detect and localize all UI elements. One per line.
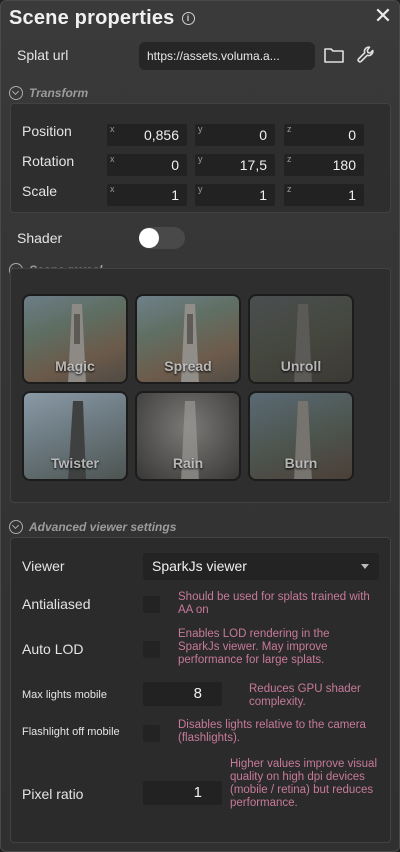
chevron-down-icon[interactable]: [9, 86, 23, 100]
chevron-down-icon[interactable]: [9, 520, 23, 534]
reveal-label: Unroll: [280, 358, 322, 374]
toggle-knob: [139, 228, 159, 248]
viewer-select[interactable]: SparkJs viewer: [143, 553, 379, 580]
reveal-label: Twister: [51, 455, 99, 471]
flashlight-hint: Disables lights relative to the camera (…: [178, 719, 366, 744]
antialiased-label: Antialiased: [22, 596, 91, 612]
shader-label: Shader: [17, 230, 63, 246]
max-lights-hint: Reduces GPU shader complexity.: [249, 683, 361, 708]
position-label: Position: [22, 123, 72, 139]
reveal-burn[interactable]: Burn: [248, 391, 354, 481]
flashlight-checkbox[interactable]: [143, 725, 160, 742]
auto-lod-checkbox[interactable]: [143, 641, 160, 658]
reveal-magic[interactable]: Magic: [22, 294, 128, 384]
advanced-title: Advanced viewer settings: [29, 520, 177, 534]
splat-url-input[interactable]: https://assets.voluma.a...: [139, 42, 315, 70]
scale-label: Scale: [22, 183, 58, 199]
reveal-spread[interactable]: Spread: [135, 294, 241, 384]
position-x-input[interactable]: x 0,856: [107, 124, 187, 146]
pixel-ratio-label: Pixel ratio: [22, 786, 84, 802]
scale-x-input[interactable]: x1: [107, 184, 187, 206]
reveal-label: Burn: [284, 455, 318, 471]
rotation-z-input[interactable]: z 180: [284, 154, 364, 176]
shader-toggle[interactable]: [139, 227, 185, 249]
advanced-section-header[interactable]: Advanced viewer settings: [9, 520, 176, 534]
rotation-label: Rotation: [22, 153, 75, 169]
reveal-label: Spread: [164, 358, 212, 374]
scene-properties-panel: Scene properties i ✕ Splat url https://a…: [0, 0, 400, 852]
rotation-x-input[interactable]: x0: [107, 154, 187, 176]
dropdown-caret-icon: [361, 564, 369, 569]
max-lights-label: Max lights mobile: [22, 689, 107, 701]
transform-section-header[interactable]: Transform: [9, 86, 88, 100]
info-icon[interactable]: i: [181, 11, 195, 25]
max-lights-input[interactable]: 8: [143, 682, 222, 706]
reveal-label: Rain: [172, 455, 204, 471]
flashlight-label: Flashlight off mobile: [22, 726, 120, 738]
panel-title: Scene properties: [9, 6, 175, 29]
splat-url-label: Splat url: [17, 47, 69, 63]
pixel-ratio-hint: Higher values improve visual quality on …: [230, 758, 378, 809]
pixel-ratio-input[interactable]: 1: [143, 781, 222, 805]
folder-icon[interactable]: [324, 46, 344, 64]
antialiased-hint: Should be used for splats trained with A…: [178, 591, 370, 616]
reveal-unroll[interactable]: Unroll: [248, 294, 354, 384]
scale-z-input[interactable]: z1: [284, 184, 364, 206]
viewer-select-value: SparkJs viewer: [152, 558, 247, 574]
scale-y-input[interactable]: y1: [195, 184, 275, 206]
reveal-rain[interactable]: Rain: [135, 391, 241, 481]
wrench-icon[interactable]: [356, 45, 376, 65]
rotation-y-input[interactable]: y 17,5: [195, 154, 275, 176]
auto-lod-hint: Enables LOD rendering in the SparkJs vie…: [178, 628, 330, 666]
reveal-label: Magic: [55, 358, 95, 374]
position-z-input[interactable]: z0: [284, 124, 364, 146]
position-y-input[interactable]: y0: [195, 124, 275, 146]
panel-header: Scene properties i: [9, 5, 195, 31]
viewer-label: Viewer: [22, 558, 65, 574]
auto-lod-label: Auto LOD: [22, 641, 84, 657]
antialiased-checkbox[interactable]: [143, 596, 160, 613]
close-icon[interactable]: ✕: [373, 5, 393, 27]
reveal-twister[interactable]: Twister: [22, 391, 128, 481]
transform-title: Transform: [29, 86, 89, 100]
